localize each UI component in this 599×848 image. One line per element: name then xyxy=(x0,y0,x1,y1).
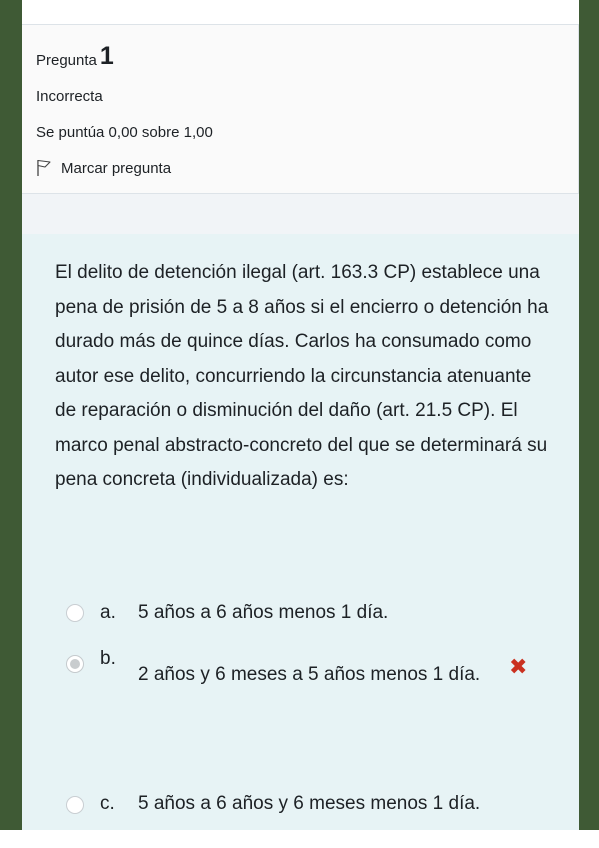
question-text: El delito de detención ilegal (art. 163.… xyxy=(55,262,549,490)
question-number: 1 xyxy=(99,42,114,70)
answer-text: 5 años a 6 años y 6 meses menos 1 día. xyxy=(138,793,481,814)
answer-option-c[interactable]: c. 5 años a 6 años y 6 meses menos 1 día… xyxy=(62,787,542,821)
question-label: Pregunta xyxy=(36,52,97,69)
question-title: Pregunta 1 xyxy=(36,39,578,70)
answer-text: 5 años a 6 años menos 1 día. xyxy=(138,602,389,623)
panel-gap xyxy=(22,194,579,234)
right-border xyxy=(579,0,599,830)
incorrect-icon: ✖ xyxy=(509,654,528,679)
quiz-review-page: Pregunta 1 Incorrecta Se puntúa 0,00 sob… xyxy=(0,0,599,848)
answer-option-b[interactable]: b. 2 años y 6 meses a 5 años menos 1 día… xyxy=(62,646,542,722)
radio-button-c[interactable] xyxy=(66,796,84,814)
answer-letter: a. xyxy=(100,602,116,623)
flag-question-link[interactable]: Marcar pregunta xyxy=(36,159,578,177)
bottom-area xyxy=(0,830,599,848)
answer-letter: c. xyxy=(100,793,115,814)
flag-icon xyxy=(37,159,51,176)
question-info-panel: Pregunta 1 Incorrecta Se puntúa 0,00 sob… xyxy=(22,24,579,194)
answer-letter: b. xyxy=(100,648,116,669)
radio-button-a[interactable] xyxy=(66,604,84,622)
question-content: El delito de detención ilegal (art. 163.… xyxy=(22,234,579,830)
radio-button-b[interactable] xyxy=(66,655,84,673)
question-grade: Se puntúa 0,00 sobre 1,00 xyxy=(36,124,213,141)
question-state: Incorrecta xyxy=(36,88,103,105)
left-border xyxy=(0,0,22,830)
answer-text: 2 años y 6 meses a 5 años menos 1 día. xyxy=(138,664,481,685)
flag-question-label: Marcar pregunta xyxy=(61,159,172,177)
answer-option-a[interactable]: a. 5 años a 6 años menos 1 día. xyxy=(62,596,542,630)
